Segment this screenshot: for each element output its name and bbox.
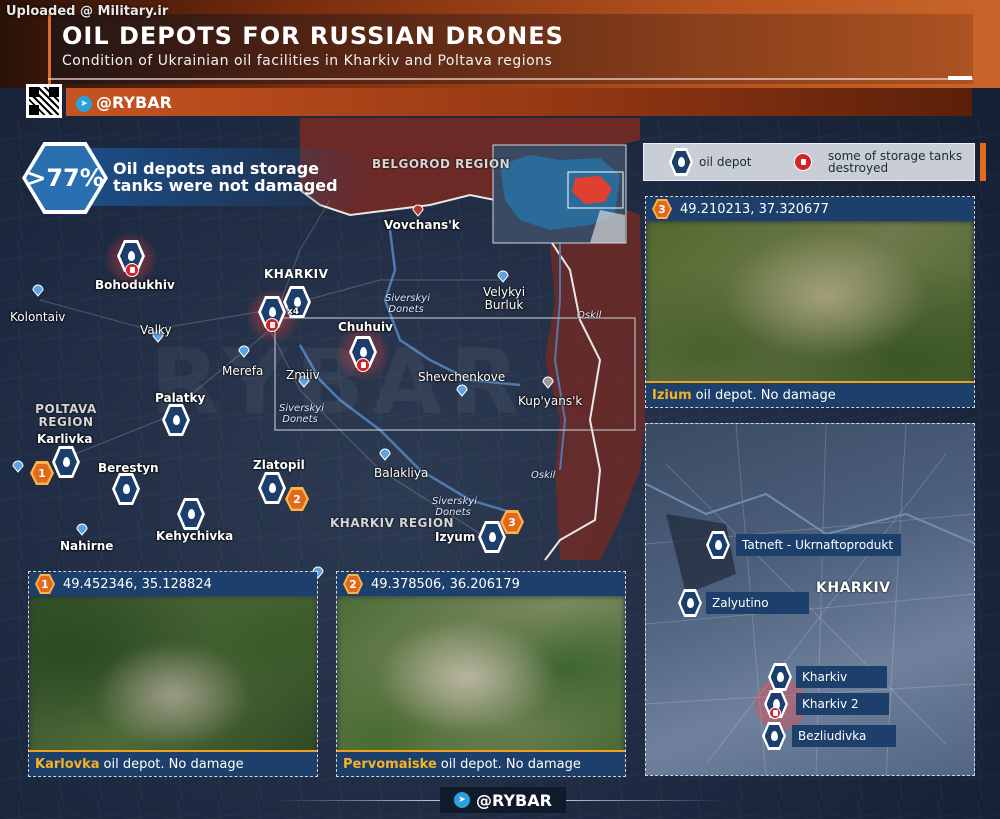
place-velykyi-burluk: Velykyi Burluk xyxy=(482,285,526,312)
panel-caption-pervomaiske: Pervomaiske oil depot. No damage xyxy=(337,750,625,776)
label-tatneft: Tatneft - Ukrnaftoprodukt xyxy=(736,534,902,556)
place-shevchenkove: Shevchenkove xyxy=(418,370,506,384)
caption-name-pervomaiske: Pervomaiske xyxy=(343,756,437,772)
panel-caption-izium: Izium oil depot. No damage xyxy=(646,381,974,407)
place-vovchansk: Vovchans'k xyxy=(384,218,460,232)
inset-depot-kharkiv[interactable]: Kharkiv xyxy=(768,663,888,691)
caption-text-pervomaiske: oil depot. No damage xyxy=(440,756,581,772)
caption-text-izium: oil depot. No damage xyxy=(695,387,836,403)
kharkiv-depot-count: x4 xyxy=(287,307,300,317)
caption-name-karlovka: Karlovka xyxy=(35,756,100,772)
telegram-icon-bottom: ➤ xyxy=(454,792,470,808)
satellite-panel-pervomaiske: 2 49.378506, 36.206179 Pervomaiske oil de… xyxy=(336,571,626,777)
panel-badge-3: 3 xyxy=(652,199,672,219)
oil-depot-icon-bezliudivka xyxy=(762,722,786,750)
coords-karlovka: 49.452346, 35.128824 xyxy=(63,576,212,592)
label-bezliudivka: Bezliudivka xyxy=(792,725,897,747)
place-valky: Valky xyxy=(140,323,172,337)
pin-kolontaiv xyxy=(32,284,44,297)
oil-depot-icon-kharkiv2 xyxy=(764,690,788,719)
inset-depot-tatneft[interactable]: Tatneft - Ukrnaftoprodukt xyxy=(706,531,902,559)
kharkiv-city-inset: KHARKIV Tatneft - Ukrnaftoprodukt Zalyut… xyxy=(645,423,975,776)
panel-header-pervomaiske: 2 49.378506, 36.206179 xyxy=(337,572,625,596)
damage-icon-kharkiv xyxy=(265,318,279,332)
pin-merefa xyxy=(238,345,250,358)
satellite-panel-izium: 3 49.210213, 37.320677 Izium oil depot. N… xyxy=(645,196,975,408)
place-zmiiv: Zmiiv xyxy=(286,368,320,382)
inset-depot-bezliudivka[interactable]: Bezliudivka xyxy=(762,722,897,750)
label-zalyutino: Zalyutino xyxy=(706,592,809,614)
place-nahirne: Nahirne xyxy=(60,539,114,553)
oil-depot-icon-kharkiv-inset xyxy=(768,663,792,691)
place-berestyn: Berestyn xyxy=(98,461,159,475)
damage-icon-chuhuiv xyxy=(356,358,370,372)
place-kolontaiv: Kolontaiv xyxy=(10,310,66,324)
oil-depot-icon-zalyutino xyxy=(678,589,702,617)
satellite-image-izium xyxy=(646,221,974,407)
panel-header-karlovka: 1 49.452346, 35.128824 xyxy=(29,572,317,596)
place-merefa: Merefa xyxy=(222,364,264,378)
inset-depot-zalyutino[interactable]: Zalyutino xyxy=(678,589,809,617)
coords-pervomaiske: 49.378506, 36.206179 xyxy=(371,576,520,592)
oil-depot-icon-tatneft xyxy=(706,531,730,559)
inset-depot-kharkiv2[interactable]: Kharkiv 2 xyxy=(764,690,889,719)
label-kharkiv: Kharkiv xyxy=(796,666,888,688)
panel-caption-karlovka: Karlovka oil depot. No damage xyxy=(29,750,317,776)
satellite-image-karlovka xyxy=(29,596,317,776)
place-balakliya: Balakliya xyxy=(374,466,429,480)
panel-header-izium: 3 49.210213, 37.320677 xyxy=(646,197,974,221)
brand-handle-bottom: @RYBAR xyxy=(476,790,552,810)
brand-link-bottom[interactable]: ➤ @RYBAR xyxy=(440,787,566,813)
inset-city-label: KHARKIV xyxy=(816,580,891,596)
pin-kupyansk xyxy=(542,376,554,389)
place-zlatopil: Zlatopil xyxy=(253,458,305,472)
place-palatky: Palatky xyxy=(155,391,206,405)
pin-shevchenkove xyxy=(456,384,468,397)
place-karlivka: Karlivka xyxy=(37,432,93,446)
pin-balakliya xyxy=(379,448,391,461)
damage-icon-kharkiv2 xyxy=(769,707,781,719)
pin-left-edge xyxy=(12,460,24,473)
damage-icon-bohodukhiv xyxy=(125,263,139,277)
caption-name-izium: Izium xyxy=(652,387,692,403)
pin-vovchansk xyxy=(412,204,424,217)
pin-velykyi-burluk xyxy=(497,270,509,283)
place-izyum: Izyum xyxy=(435,530,476,544)
panel-badge-2: 2 xyxy=(343,574,363,594)
caption-text-karlovka: oil depot. No damage xyxy=(103,756,244,772)
pin-nahirne xyxy=(76,523,88,536)
infographic-root: RYBAR Uploaded @ Military.ir OIL DEPOTS … xyxy=(0,0,1000,819)
label-kharkiv2: Kharkiv 2 xyxy=(796,693,889,715)
place-kupyansk: Kup'yans'k xyxy=(518,394,583,408)
panel-badge-1: 1 xyxy=(35,574,55,594)
satellite-panel-karlovka: 1 49.452346, 35.128824 Karlovka oil depot… xyxy=(28,571,318,777)
coords-izium: 49.210213, 37.320677 xyxy=(680,201,829,217)
place-kehychivka: Kehychivka xyxy=(156,529,234,543)
satellite-image-pervomaiske xyxy=(337,596,625,776)
